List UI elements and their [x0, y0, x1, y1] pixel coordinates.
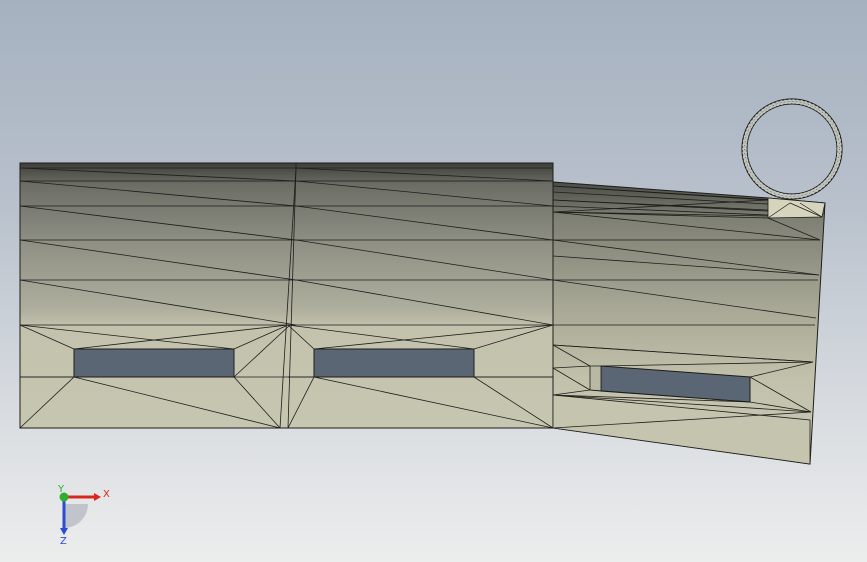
slot-middle [313, 348, 475, 378]
y-axis-label: Y [57, 484, 65, 495]
triad-quadrant [64, 504, 88, 528]
slot-left [73, 348, 235, 378]
left-block[interactable] [19, 162, 554, 429]
orientation-triad: X Y Z [57, 484, 110, 547]
graphics-viewport[interactable]: X Y Z [0, 0, 867, 562]
slot-right-inner-wall [589, 365, 602, 392]
x-axis-label: X [103, 489, 110, 500]
z-axis-label: Z [60, 536, 67, 547]
right-block[interactable] [552, 181, 826, 465]
